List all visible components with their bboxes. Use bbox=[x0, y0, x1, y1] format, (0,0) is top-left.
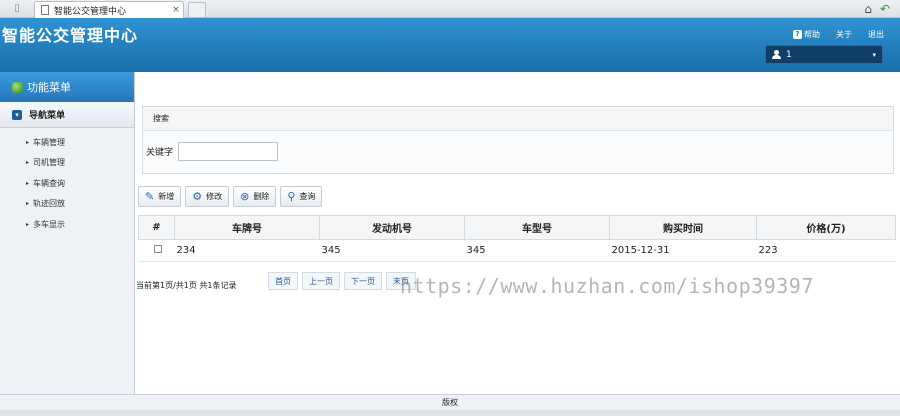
logout-link[interactable]: 退出 bbox=[868, 29, 884, 40]
document-icon bbox=[41, 5, 49, 15]
search-panel: 搜索 关键字 bbox=[142, 106, 894, 174]
footer: 版权 bbox=[0, 394, 900, 410]
column-header-engine[interactable]: 发动机号 bbox=[319, 215, 465, 240]
nav-list: ▸ 车辆管理 ▸ 司机管理 ▸ 车辆查询 ▸ 轨迹回放 ▸ 多车显示 bbox=[0, 128, 134, 235]
back-arrow-icon[interactable]: ↶ bbox=[880, 1, 890, 17]
edit-button[interactable]: ⚙ 修改 bbox=[185, 186, 230, 207]
sidebar-item-label: 司机管理 bbox=[33, 158, 66, 168]
cell-plate: 234 bbox=[174, 239, 320, 262]
prev-page-button[interactable]: 上一页 bbox=[302, 272, 340, 290]
column-header-plate[interactable]: 车牌号 bbox=[174, 215, 320, 240]
caret-right-icon: ▸ bbox=[26, 220, 30, 228]
next-page-button[interactable]: 下一页 bbox=[344, 272, 382, 290]
delete-button[interactable]: ⊗ 删除 bbox=[233, 186, 277, 207]
add-button[interactable]: ✎ 新增 bbox=[138, 186, 182, 207]
user-name: 1 bbox=[786, 49, 792, 60]
home-icon[interactable]: ⌂ bbox=[864, 1, 872, 17]
sidebar-item-label: 轨迹回放 bbox=[33, 199, 66, 209]
cell-price: 223 bbox=[756, 239, 896, 262]
pencil-icon: ✎ bbox=[145, 190, 155, 203]
table-row[interactable]: 234 345 345 2015-12-31 223 bbox=[138, 239, 896, 262]
keyword-input[interactable] bbox=[178, 142, 279, 161]
delete-circle-icon: ⊗ bbox=[240, 190, 250, 203]
sidebar-item-label: 车辆管理 bbox=[33, 137, 66, 147]
sidebar-item-label: 多车显示 bbox=[33, 219, 66, 229]
keyword-label: 关键字 bbox=[146, 148, 174, 158]
toolbar: ✎ 新增 ⚙ 修改 ⊗ 删除 ⚲ 查询 bbox=[138, 186, 323, 207]
query-button[interactable]: ⚲ 查询 bbox=[280, 186, 323, 207]
user-dropdown[interactable]: 1 ▾ bbox=[765, 45, 883, 64]
first-page-button[interactable]: 首页 bbox=[268, 272, 298, 290]
sidebar: 功能菜单 ▾ 导航菜单 ▸ 车辆管理 ▸ 司机管理 ▸ 车辆查询 ▸ 轨迹回放 … bbox=[0, 72, 135, 394]
add-label: 新增 bbox=[158, 192, 175, 201]
pagination-buttons: 首页 上一页 下一页 末页 bbox=[268, 272, 416, 290]
cube-icon bbox=[12, 81, 23, 93]
search-icon: ⚲ bbox=[287, 190, 296, 203]
column-header-model[interactable]: 车型号 bbox=[464, 215, 610, 240]
edit-label: 修改 bbox=[206, 192, 223, 201]
browser-tab-bar: ▯ 智能公交管理中心 × ⌂ ↶ bbox=[0, 0, 900, 18]
close-tab-icon[interactable]: × bbox=[169, 5, 183, 15]
nav-group-header[interactable]: ▾ 导航菜单 bbox=[0, 102, 134, 128]
app-header: 智能公交管理中心 ? 帮助 关于 退出 1 ▾ bbox=[0, 18, 900, 72]
column-header-index: # bbox=[138, 215, 175, 240]
user-icon bbox=[772, 50, 781, 59]
browser-status-bar bbox=[0, 410, 900, 416]
browser-tab[interactable]: 智能公交管理中心 × bbox=[34, 1, 184, 18]
table-header-row: # 车牌号 发动机号 车型号 购买时间 价格(万) bbox=[138, 215, 896, 240]
app-title: 智能公交管理中心 bbox=[2, 26, 139, 45]
sidebar-item-track-playback[interactable]: ▸ 轨迹回放 bbox=[0, 194, 134, 215]
browser-sidebar-icon[interactable]: ▯ bbox=[6, 3, 28, 16]
browser-controls: ⌂ ↶ bbox=[864, 1, 890, 17]
column-header-price[interactable]: 价格(万) bbox=[756, 215, 896, 240]
cell-purchase-date: 2015-12-31 bbox=[609, 239, 757, 262]
help-label: 帮助 bbox=[804, 30, 820, 39]
cell-model: 345 bbox=[464, 239, 610, 262]
nav-group-label: 导航菜单 bbox=[29, 111, 66, 121]
row-checkbox-cell bbox=[138, 239, 175, 262]
column-header-purchase-date[interactable]: 购买时间 bbox=[609, 215, 757, 240]
about-link[interactable]: 关于 bbox=[836, 29, 852, 40]
new-tab-button[interactable] bbox=[188, 2, 206, 18]
sidebar-item-label: 车辆查询 bbox=[33, 178, 66, 188]
row-checkbox[interactable] bbox=[153, 245, 162, 253]
sidebar-item-vehicle-management[interactable]: ▸ 车辆管理 bbox=[0, 132, 134, 153]
sidebar-title: 功能菜单 bbox=[27, 81, 71, 94]
delete-label: 删除 bbox=[253, 192, 270, 201]
search-row: 关键字 bbox=[143, 142, 893, 161]
watermark-text: https://www.huzhan.com/ishop39397 bbox=[400, 274, 814, 298]
caret-right-icon: ▸ bbox=[26, 138, 30, 146]
sidebar-header: 功能菜单 bbox=[0, 72, 134, 102]
help-icon: ? bbox=[793, 30, 802, 39]
sidebar-item-multi-vehicle[interactable]: ▸ 多车显示 bbox=[0, 214, 134, 235]
query-label: 查询 bbox=[299, 192, 316, 201]
cell-engine: 345 bbox=[319, 239, 465, 262]
vehicle-table: # 车牌号 发动机号 车型号 购买时间 价格(万) 234 345 345 20… bbox=[138, 215, 896, 262]
caret-right-icon: ▸ bbox=[26, 200, 30, 208]
sidebar-item-driver-management[interactable]: ▸ 司机管理 bbox=[0, 153, 134, 174]
main-content: 搜索 关键字 ✎ 新增 ⚙ 修改 ⊗ 删除 ⚲ 查询 # 车牌号 发动机号 车型… bbox=[136, 72, 900, 394]
chevron-down-icon: ▾ bbox=[872, 50, 876, 59]
caret-right-icon: ▸ bbox=[26, 159, 30, 167]
help-link[interactable]: ? 帮助 bbox=[793, 29, 820, 40]
header-links: ? 帮助 关于 退出 bbox=[793, 29, 884, 40]
sidebar-item-vehicle-query[interactable]: ▸ 车辆查询 bbox=[0, 173, 134, 194]
collapse-icon: ▾ bbox=[12, 109, 22, 120]
search-panel-title: 搜索 bbox=[143, 107, 893, 131]
pagination-info: 当前第1页/共1页 共1条记录 bbox=[136, 281, 237, 290]
gear-icon: ⚙ bbox=[192, 190, 203, 203]
caret-right-icon: ▸ bbox=[26, 179, 30, 187]
browser-tab-title: 智能公交管理中心 bbox=[54, 6, 127, 17]
